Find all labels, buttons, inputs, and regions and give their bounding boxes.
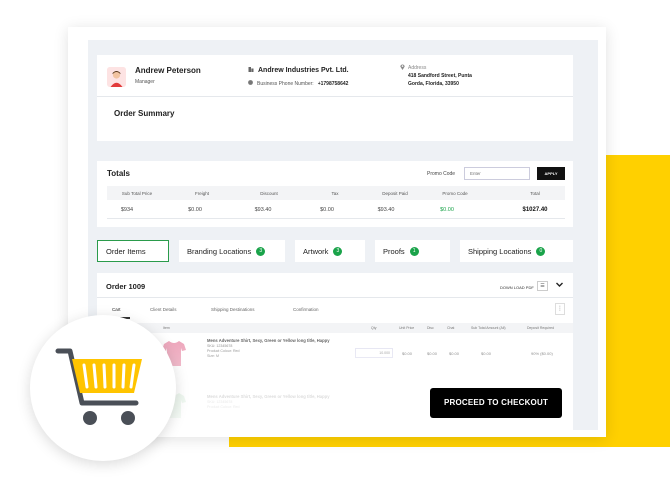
tab-order-items-label: Order Items bbox=[106, 246, 146, 256]
val-total: $1027.40 bbox=[522, 207, 548, 213]
order-title: Order 1009 bbox=[106, 282, 146, 291]
col-discount: Discount bbox=[260, 191, 278, 196]
val-tax: $0.00 bbox=[320, 207, 334, 213]
col-chat: Chat bbox=[447, 326, 455, 330]
tab-order-items[interactable]: Order Items bbox=[97, 240, 169, 262]
customer-role: Manager bbox=[135, 79, 155, 85]
col-subtotal-amount: Sub Total Amount (All) bbox=[471, 326, 506, 330]
grid-icon: ☰ bbox=[540, 283, 545, 289]
more-icon: ⋮ bbox=[557, 306, 563, 312]
count-badge: 0 bbox=[536, 246, 546, 256]
company-name: Andrew Industries Pvt. Ltd. bbox=[248, 66, 349, 74]
tab-branding-locations-label: Branding Locations bbox=[187, 246, 252, 256]
phone-number: +1798758642 bbox=[317, 80, 349, 87]
subtab-cart[interactable]: Cart bbox=[112, 307, 121, 312]
promo-code-input[interactable] bbox=[464, 167, 530, 180]
address-line-1: 418 Sandford Street, Punta bbox=[408, 73, 472, 79]
customer-name: Andrew Peterson bbox=[135, 66, 201, 75]
col-tax: Tax bbox=[331, 191, 339, 196]
company-label: Andrew Industries Pvt. Ltd. bbox=[258, 66, 349, 74]
totals-table-row: $934 $0.00 $93.40 $0.00 $93.40 $0.00 $10… bbox=[107, 200, 565, 219]
val-discount: $93.40 bbox=[254, 207, 272, 213]
val-subtotal: $934 bbox=[120, 207, 134, 213]
tab-shipping-locations[interactable]: Shipping Locations 0 bbox=[460, 240, 573, 262]
totals-table-header: Sub Total Price Freight Discount Tax Dep… bbox=[107, 186, 565, 200]
grid-view-button[interactable]: ☰ bbox=[537, 281, 548, 291]
totals-panel: Totals Promo Code APPLY Sub Total Price … bbox=[97, 161, 573, 227]
customer-header: Andrew Peterson Manager Andrew Industrie… bbox=[97, 55, 573, 141]
count-badge: 1 bbox=[409, 246, 419, 256]
col-total: Total bbox=[530, 191, 540, 196]
more-options-button[interactable]: ⋮ bbox=[555, 303, 565, 315]
col-disc: Disc bbox=[427, 326, 434, 330]
apply-button[interactable]: APPLY bbox=[537, 167, 565, 180]
order-summary-title: Order Summary bbox=[114, 109, 175, 118]
phone-icon bbox=[248, 80, 253, 87]
val-promo-code: $0.00 bbox=[440, 207, 454, 213]
col-deposit-required: Deposit Required bbox=[527, 326, 555, 330]
totals-title: Totals bbox=[107, 169, 130, 178]
tab-proofs[interactable]: Proofs 1 bbox=[375, 240, 450, 262]
address-label: Address bbox=[400, 64, 426, 72]
val-deposit-paid: $93.40 bbox=[377, 207, 395, 213]
address-line-2: Gorda, Florida, 33950 bbox=[408, 81, 459, 87]
col-deposit-paid: Deposit Paid bbox=[382, 191, 408, 196]
address-label-text: Address bbox=[408, 65, 427, 71]
chevron-down-icon bbox=[556, 282, 563, 287]
phone-label: Business Phone Number: bbox=[257, 80, 314, 87]
location-pin-icon bbox=[400, 64, 405, 72]
count-badge: 3 bbox=[333, 246, 343, 256]
tab-proofs-label: Proofs bbox=[383, 246, 405, 256]
cart-badge bbox=[30, 315, 176, 461]
illustration-stage: Andrew Peterson Manager Andrew Industrie… bbox=[0, 0, 670, 494]
subtab-client-details[interactable]: Client Details bbox=[150, 307, 177, 312]
shopping-cart-icon bbox=[55, 348, 142, 425]
divider bbox=[97, 297, 573, 298]
count-badge: 3 bbox=[256, 246, 266, 256]
col-item: Item bbox=[163, 326, 170, 330]
phone-line: Business Phone Number: +1798758642 bbox=[248, 80, 348, 87]
divider bbox=[97, 96, 573, 97]
building-icon bbox=[248, 66, 254, 74]
col-subtotal: Sub Total Price bbox=[121, 191, 153, 196]
proceed-to-checkout-button[interactable]: PROCEED TO CHECKOUT bbox=[430, 388, 562, 418]
col-promo-code: Promo Code bbox=[442, 191, 468, 196]
tab-artwork-label: Artwork bbox=[303, 246, 329, 256]
download-pdf-link[interactable]: DOWN LOAD PDF bbox=[500, 285, 534, 290]
col-freight: Freight bbox=[194, 191, 209, 196]
col-qty: Qty bbox=[371, 326, 377, 330]
avatar bbox=[107, 67, 126, 87]
subtab-shipping-destinations[interactable]: Shipping Destinations bbox=[211, 307, 255, 312]
tab-artwork[interactable]: Artwork 3 bbox=[295, 240, 365, 262]
tab-shipping-locations-label: Shipping Locations bbox=[468, 246, 532, 256]
col-unit-price: Unit Price bbox=[399, 326, 415, 330]
subtab-confirmation[interactable]: Confirmation bbox=[293, 307, 319, 312]
items-table-header: Supplier Item Qty Unit Price Disc Chat S… bbox=[97, 323, 573, 333]
val-freight: $0.00 bbox=[188, 207, 202, 213]
collapse-button[interactable] bbox=[555, 280, 564, 291]
promo-code-label: Promo Code bbox=[427, 171, 456, 177]
tab-branding-locations[interactable]: Branding Locations 3 bbox=[179, 240, 285, 262]
